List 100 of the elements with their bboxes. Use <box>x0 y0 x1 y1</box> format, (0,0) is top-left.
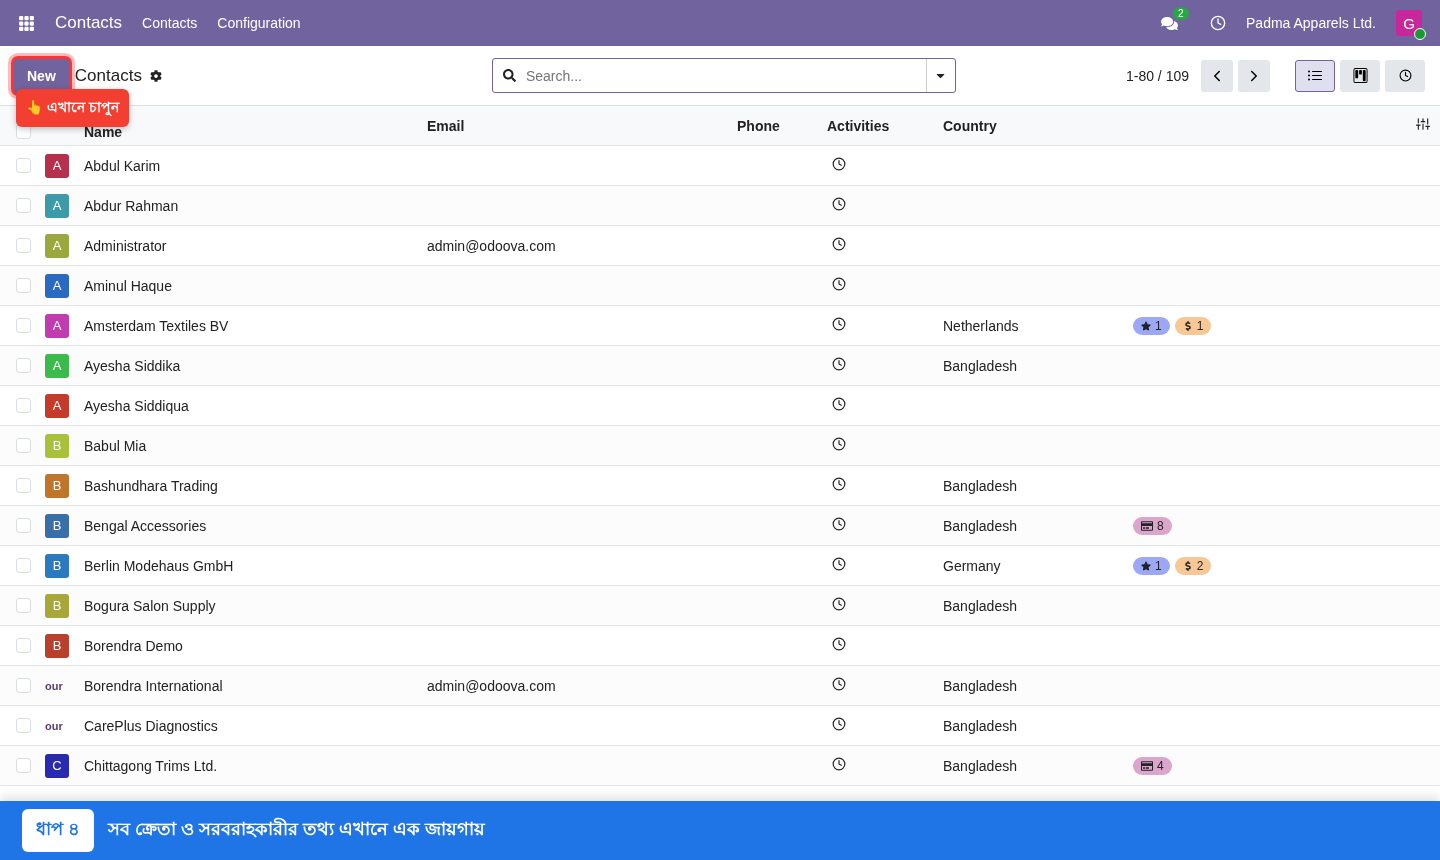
activity-clock-icon[interactable] <box>832 757 846 771</box>
page-title: Contacts <box>74 65 142 86</box>
checkbox[interactable] <box>16 318 31 333</box>
card-icon <box>1141 759 1153 772</box>
table-cell-text: Bashundhara Trading <box>84 477 219 494</box>
online-status-dot <box>1414 28 1426 40</box>
view-button[interactable] <box>1295 59 1335 92</box>
letter-avatar: B <box>45 633 69 658</box>
menu-item[interactable]: Contacts <box>142 15 198 31</box>
activity-clock-icon[interactable] <box>832 397 846 411</box>
table-cell-text: Bengal Accessories <box>84 517 208 534</box>
table-cell-text: Ayesha Siddiqua <box>84 397 190 414</box>
settings-icon[interactable] <box>149 69 162 82</box>
checkbox[interactable] <box>16 638 31 653</box>
checkbox[interactable] <box>16 598 31 613</box>
view-button[interactable] <box>1385 59 1425 92</box>
table-cell-text: Bangladesh <box>943 597 1018 614</box>
activity-clock-icon[interactable] <box>832 157 846 171</box>
activity-clock-icon[interactable] <box>832 517 846 531</box>
table-cell-text: Babul Mia <box>84 437 148 454</box>
activity-clock-icon[interactable] <box>832 317 846 331</box>
checkbox[interactable] <box>16 678 31 693</box>
column-settings-icon[interactable] <box>1416 117 1430 131</box>
table-cell-text: Amsterdam Textiles BV <box>84 317 230 334</box>
column-header[interactable]: Phone <box>737 117 827 134</box>
next-button[interactable] <box>1238 59 1270 92</box>
card-icon <box>1141 519 1153 532</box>
checkbox[interactable] <box>16 718 31 733</box>
activity-clock-icon[interactable] <box>832 197 846 211</box>
table-cell-text: Bangladesh <box>943 717 1018 734</box>
activity-clock-icon[interactable] <box>832 637 846 651</box>
table-cell-text: Bangladesh <box>943 517 1018 534</box>
table-cell-text: Bangladesh <box>943 757 1018 774</box>
table-cell-text: CarePlus Diagnostics <box>84 717 219 734</box>
column-header[interactable]: Country <box>943 117 1133 134</box>
checkbox[interactable] <box>16 238 31 253</box>
banner-text: সব ক্রেতা ও সরবরাহকারীর তথ্য এখানে এক জায়গায় <box>108 816 486 841</box>
letter-avatar: B <box>45 473 69 498</box>
checkbox[interactable] <box>16 558 31 573</box>
table-cell-text: Bangladesh <box>943 477 1018 494</box>
table-cell-text: Bogura Salon Supply <box>84 597 217 614</box>
logo-avatar: our <box>45 678 64 694</box>
activity-clock-icon[interactable] <box>832 437 846 451</box>
search-field[interactable]: Search... <box>491 58 956 93</box>
company-name[interactable]: Padma Apparels Ltd. <box>1246 15 1376 31</box>
checkbox[interactable] <box>16 398 31 413</box>
checkbox[interactable] <box>16 198 31 213</box>
checkbox[interactable] <box>16 358 31 373</box>
activity-clock-icon[interactable] <box>832 677 846 691</box>
activity-clock-icon[interactable] <box>832 557 846 571</box>
column-header[interactable]: Email <box>427 117 737 134</box>
star-icon <box>1141 320 1151 331</box>
dollar-icon <box>1182 560 1193 571</box>
menu-item[interactable]: Configuration <box>217 15 301 31</box>
letter-avatar: A <box>45 353 69 378</box>
checkbox[interactable] <box>16 518 31 533</box>
message-count: 2 <box>1173 6 1189 20</box>
column-header[interactable]: Activities <box>827 117 943 134</box>
tag: 1 <box>1133 556 1170 575</box>
table-cell-text: Ayesha Siddika <box>84 357 182 374</box>
checkbox[interactable] <box>16 758 31 773</box>
tag: 2 <box>1174 556 1212 575</box>
letter-avatar: A <box>45 273 69 298</box>
logo-avatar: our <box>45 718 64 734</box>
previous-button[interactable] <box>1201 59 1233 92</box>
letter-avatar: A <box>45 153 69 178</box>
table-cell-text: Chittagong Trims Ltd. <box>84 757 219 774</box>
checkbox[interactable] <box>16 478 31 493</box>
tag: 4 <box>1133 756 1172 775</box>
activity-clock-icon[interactable] <box>832 357 846 371</box>
tag: 1 <box>1133 316 1170 335</box>
dollar-icon <box>1182 320 1193 331</box>
letter-avatar: B <box>45 553 69 578</box>
star-icon <box>1141 560 1151 571</box>
activity-clock-icon[interactable] <box>832 717 846 731</box>
letter-avatar: B <box>45 593 69 618</box>
activity-clock-icon[interactable] <box>832 597 846 611</box>
apps-menu-icon[interactable] <box>18 14 35 32</box>
table-cell-text: Bangladesh <box>943 677 1018 694</box>
tooltip: 👆 এখানে চাপুন <box>16 89 129 127</box>
letter-avatar: B <box>45 433 69 458</box>
view-button[interactable] <box>1340 59 1380 92</box>
table-cell-text: Abdul Karim <box>84 157 162 174</box>
tag: 1 <box>1174 316 1212 335</box>
letter-avatar: A <box>45 393 69 418</box>
checkbox[interactable] <box>16 438 31 453</box>
checkbox[interactable] <box>16 158 31 173</box>
table-cell-text: Borendra Demo <box>84 637 184 654</box>
activity-clock-icon[interactable] <box>832 277 846 291</box>
activity-clock-icon[interactable] <box>832 237 846 251</box>
app-title[interactable]: Contacts <box>55 13 123 33</box>
table-cell-text: Netherlands <box>943 317 1020 334</box>
table-cell-text: Berlin Modehaus GmbH <box>84 557 235 574</box>
activity-clock-icon[interactable] <box>832 477 846 491</box>
pager-text[interactable]: 1-80 / 109 <box>1125 67 1189 84</box>
checkbox[interactable] <box>16 278 31 293</box>
letter-avatar: A <box>45 233 69 258</box>
messages-icon[interactable] <box>1161 14 1178 32</box>
letter-avatar: A <box>45 313 69 338</box>
clock-icon <box>1398 69 1412 82</box>
